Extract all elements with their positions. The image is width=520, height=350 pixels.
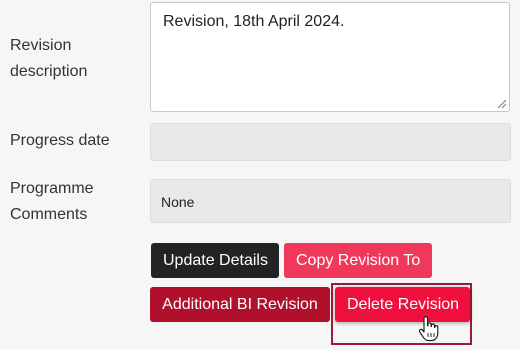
resize-grip-icon[interactable]: [497, 99, 507, 109]
programme-comments-field[interactable]: None: [150, 179, 511, 223]
delete-revision-button[interactable]: Delete Revision: [335, 287, 470, 322]
additional-bi-revision-button[interactable]: Additional BI Revision: [150, 287, 330, 322]
progress-date-field[interactable]: [150, 123, 511, 161]
programme-comments-label: Programme Comments: [10, 180, 94, 223]
revision-description-textarea[interactable]: Revision, 18th April 2024.: [150, 2, 510, 112]
hand-pointer-icon: [418, 316, 439, 342]
revision-description-value: Revision, 18th April 2024.: [163, 13, 345, 30]
update-details-button[interactable]: Update Details: [151, 243, 279, 278]
progress-date-label: Progress date: [10, 132, 110, 149]
revision-description-label: Revision description: [10, 37, 88, 80]
copy-revision-to-button[interactable]: Copy Revision To: [284, 243, 432, 278]
